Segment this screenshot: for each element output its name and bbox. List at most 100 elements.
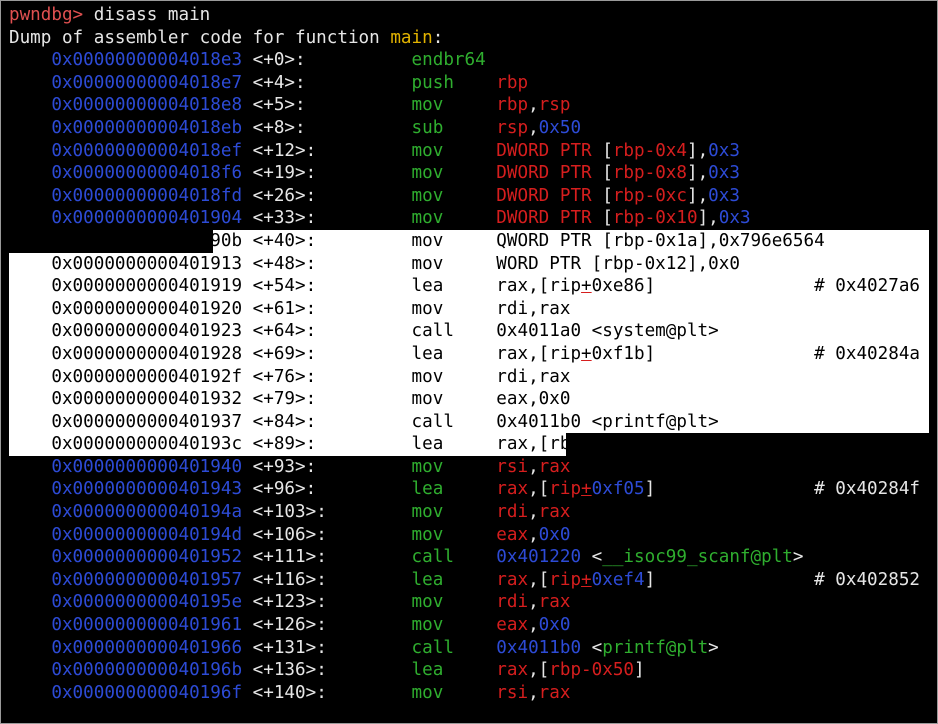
instruction-address: 0x0000000000401920: [51, 298, 243, 319]
instruction-operand: rax,[rip: [496, 343, 582, 364]
instruction-operand: rip: [549, 479, 582, 500]
disasm-row: 0x00000000004018e8 <+5>: mov rbp,rsp: [9, 94, 937, 117]
instruction-operand: 0x3: [708, 140, 740, 161]
instruction-address: 0x0000000000401952: [51, 547, 243, 568]
instruction-address: 0x00000000004018eb: [51, 117, 243, 138]
instruction-operand: +: [581, 569, 592, 590]
instruction-offset: <+106>:: [252, 524, 327, 545]
instruction-operand: ,: [528, 117, 539, 138]
instruction-offset: <+84>:: [252, 411, 317, 432]
instruction-operand: ,[: [528, 569, 550, 590]
instruction-mnemonic: mov: [411, 208, 444, 229]
instruction-operand: rax: [538, 456, 571, 477]
dump-header: Dump of assembler code for function main…: [9, 27, 937, 50]
instruction-offset: <+126>:: [252, 615, 327, 636]
terminal-output[interactable]: pwndbg> disass main Dump of assembler co…: [9, 4, 937, 704]
instruction-operand: eax,0x0: [496, 389, 571, 410]
instruction-operand: [: [602, 208, 613, 229]
disasm-row: 0x0000000000401932 <+79>: mov eax,0x0: [9, 388, 937, 411]
instruction-operand: rbp-0x10: [612, 208, 698, 229]
instruction-mnemonic: mov: [411, 185, 444, 206]
disasm-row: 0x00000000004018ef <+12>: mov DWORD PTR …: [9, 140, 937, 163]
instruction-address: 0x0000000000401961: [51, 615, 243, 636]
instruction-operand: <: [581, 547, 603, 568]
disasm-row: 0x0000000000401957 <+116>: lea rax,[rip+…: [9, 569, 937, 592]
disasm-row: 0x0000000000401952 <+111>: call 0x401220…: [9, 546, 937, 569]
instruction-operand: 0x3: [708, 185, 740, 206]
instruction-operand: ,: [528, 456, 539, 477]
instruction-offset: <+61>:: [252, 298, 317, 319]
instruction-operand: 0x4011b0: [496, 637, 582, 658]
disasm-row: 0x00000000004018e7 <+4>: push rbp: [9, 72, 937, 95]
instruction-operand: 0x0: [538, 615, 571, 636]
instruction-operand: DWORD PTR: [496, 140, 603, 161]
instruction-operand: 0xf1b]: [591, 343, 656, 364]
instruction-offset: <+5>:: [252, 95, 306, 116]
instruction-mnemonic: push: [411, 72, 454, 93]
instruction-offset: <+12>:: [252, 140, 317, 161]
instruction-operand: ],: [686, 185, 709, 206]
instruction-operand: rax: [538, 682, 571, 703]
instruction-operand: 0xe86]: [591, 276, 656, 297]
instruction-operand: <: [581, 637, 603, 658]
instruction-operand: __isoc99_scanf@plt: [602, 547, 793, 568]
instruction-operand: rdi,rax: [496, 366, 571, 387]
instruction-operand: rbp-0x4: [612, 140, 687, 161]
instruction-offset: <+19>:: [252, 163, 317, 184]
disasm-row: 0x000000000040190b <+40>: mov QWORD PTR …: [9, 229, 937, 253]
instruction-operand: rbp: [496, 95, 529, 116]
disasm-row: 0x0000000000401966 <+131>: call 0x4011b0…: [9, 637, 937, 660]
instruction-offset: <+103>:: [252, 502, 327, 523]
instruction-operand: +: [581, 479, 592, 500]
disasm-row: 0x0000000000401940 <+93>: mov rsi,rax: [9, 456, 937, 479]
terminal-window[interactable]: pwndbg> disass main Dump of assembler co…: [0, 0, 938, 724]
instruction-address: 0x0000000000401932: [51, 389, 243, 410]
instruction-mnemonic: call: [411, 547, 454, 568]
instruction-address: 0x0000000000401904: [51, 208, 243, 229]
instruction-operand: ]: [634, 660, 645, 681]
disasm-row: 0x000000000040194d <+106>: mov eax,0x0: [9, 524, 937, 547]
instruction-mnemonic: mov: [411, 502, 444, 523]
instruction-operand: ,: [528, 502, 539, 523]
instruction-operand: 0x0: [538, 524, 571, 545]
disasm-row: 0x00000000004018eb <+8>: sub rsp,0x50: [9, 117, 937, 140]
instruction-mnemonic: call: [411, 321, 454, 342]
instruction-operand: ,[: [528, 479, 550, 500]
instruction-mnemonic: lea: [411, 569, 444, 590]
instruction-operand: 0x401220: [496, 547, 582, 568]
instruction-mnemonic: lea: [411, 276, 444, 297]
instruction-mnemonic: mov: [411, 140, 444, 161]
disasm-row: 0x000000000040196f <+140>: mov rsi,rax: [9, 682, 937, 705]
instruction-operand: rdi,rax: [496, 298, 571, 319]
instruction-operand: 0x4011a0 <system@plt>: [496, 321, 719, 342]
